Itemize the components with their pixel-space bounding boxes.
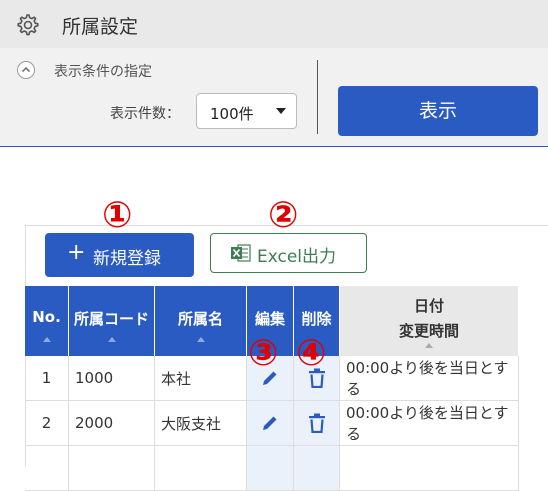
table-row: 2 2000 大阪支社 00:00より後を当日とする: [25, 400, 519, 446]
gear-icon[interactable]: [14, 12, 40, 38]
annotation-2: ②: [268, 195, 299, 236]
sort-icon: [42, 337, 51, 342]
column-header-code[interactable]: 所属コード: [68, 286, 155, 356]
plus-icon: +: [67, 240, 86, 265]
cell-change-time: 00:00より後を当日とする: [339, 400, 519, 446]
column-header-date: 日付: [413, 297, 444, 315]
column-header-change-time: 変更時間: [398, 322, 459, 340]
column-header-no[interactable]: No.: [25, 286, 69, 356]
excel-export-button[interactable]: Excel出力: [210, 233, 367, 273]
sort-icon: [107, 337, 116, 342]
dropdown-arrow-icon: [276, 108, 286, 114]
annotation-1: ①: [102, 195, 133, 236]
column-header-date-time[interactable]: 日付 変更時間: [339, 286, 519, 356]
display-conditions-panel: 表示条件の指定 表示件数： 100件 表示: [0, 48, 548, 147]
cell-name: 本社: [154, 356, 247, 401]
table-row: [25, 445, 519, 491]
annotation-3: ③: [248, 333, 279, 374]
excel-icon: [231, 244, 251, 262]
new-registration-label: 新規登録: [93, 249, 161, 269]
trash-icon[interactable]: [308, 413, 326, 433]
display-count-value: 100件: [210, 105, 254, 123]
cell-code: 2000: [68, 400, 155, 446]
title-bar: 所属設定: [0, 0, 548, 48]
show-button[interactable]: 表示: [338, 86, 538, 136]
column-header-name[interactable]: 所属名: [154, 286, 247, 356]
new-registration-button[interactable]: + 新規登録: [45, 233, 194, 277]
collapse-button[interactable]: [17, 61, 35, 79]
sort-icon: [196, 337, 205, 342]
chevron-up-icon: [21, 66, 31, 73]
page-title: 所属設定: [62, 16, 139, 38]
cell-delete: [293, 400, 340, 446]
cell-no: 2: [25, 400, 69, 446]
cell-change-time: 00:00より後を当日とする: [339, 356, 519, 401]
sort-icon: [425, 343, 433, 348]
cell-name: 大阪支社: [154, 400, 247, 446]
pencil-icon[interactable]: [260, 413, 280, 433]
divider: [317, 60, 318, 134]
conditions-label: 表示条件の指定: [54, 64, 152, 80]
display-count-label: 表示件数：: [110, 106, 180, 122]
cell-code: 1000: [68, 356, 155, 401]
department-table: No. 所属コード 所属名 編集 削除 日付 変更時間 1 1000 本社 00…: [25, 286, 519, 491]
cell-no: 1: [25, 356, 69, 401]
cell-edit: [246, 400, 294, 446]
display-count-select[interactable]: 100件: [196, 93, 297, 129]
annotation-4: ④: [296, 333, 327, 374]
excel-export-label: Excel出力: [257, 247, 337, 267]
